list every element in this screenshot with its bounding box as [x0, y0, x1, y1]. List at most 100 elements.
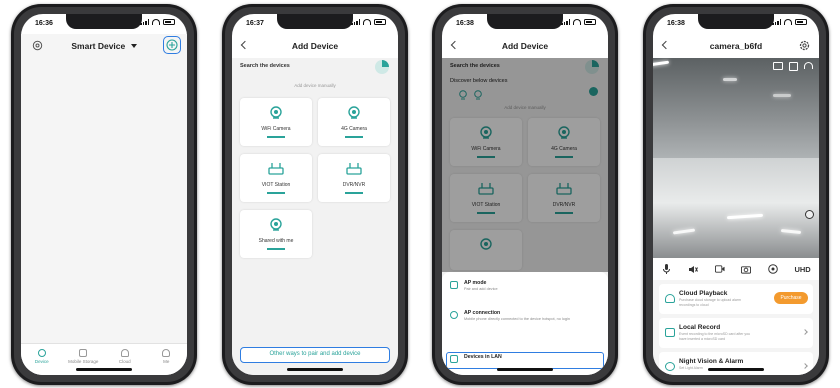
chevron-right-icon: [802, 329, 808, 335]
phone-add-device-lan: 16:38 Add Device Search the devices Disc…: [432, 4, 618, 385]
feature-title: Cloud Playback: [679, 290, 728, 297]
quality-toggle[interactable]: UHD: [794, 264, 810, 274]
target-icon[interactable]: [32, 40, 43, 51]
other-ways-button[interactable]: Other ways to pair and add device: [240, 347, 390, 363]
person-tab-icon: [162, 349, 171, 357]
feature-cloud-playback[interactable]: Cloud Playback Purchase cloud storage to…: [659, 284, 813, 314]
option-ap-connection[interactable]: AP connection Mobile phone directly conn…: [450, 308, 602, 330]
station-icon: [268, 163, 284, 175]
phone-device-list: 16:36 Smart Device Device Mobile Storage…: [11, 4, 197, 385]
notch: [487, 14, 563, 29]
device-list-area: [21, 34, 187, 375]
device-type-label: 4G Camera: [341, 126, 367, 132]
phone-camera-view: 16:38 camera_b6fd UHD Cloud Playback Pur…: [643, 4, 829, 385]
tab-label: Mobile Storage: [68, 359, 99, 364]
feature-title: Night Vision & Alarm: [679, 358, 744, 365]
feature-local-record[interactable]: Local Record Event recording to the micr…: [659, 318, 813, 348]
home-indicator: [708, 368, 764, 371]
purchase-button[interactable]: Purchase: [774, 292, 808, 304]
battery-icon: [584, 19, 596, 25]
manual-label: Add device manually: [294, 83, 336, 88]
notch: [66, 14, 142, 29]
record-icon[interactable]: [714, 264, 725, 274]
device-type-label: DVR/NVR: [342, 182, 366, 188]
screen: 16:36 Smart Device Device Mobile Storage…: [21, 14, 187, 375]
ap-mode-icon: [450, 281, 458, 289]
tab-me[interactable]: Me: [146, 344, 188, 375]
settings-icon[interactable]: [799, 40, 810, 51]
back-icon[interactable]: [661, 40, 671, 50]
status-time: 16:37: [246, 20, 264, 27]
camera-name: camera_b6fd: [709, 41, 763, 51]
home-indicator: [287, 368, 343, 371]
feature-title: Local Record: [679, 324, 721, 331]
split-view-icon[interactable]: [773, 62, 783, 70]
option-title: AP connection: [464, 310, 501, 316]
ptz-icon[interactable]: [768, 264, 778, 274]
status-time: 16:38: [456, 20, 474, 27]
back-icon[interactable]: [450, 40, 460, 50]
sd-card-icon: [665, 328, 675, 337]
page-title: Add Device: [291, 41, 339, 51]
home-indicator: [76, 368, 132, 371]
option-subtitle: Mobile phone directly connected to the d…: [464, 317, 570, 321]
status-time: 16:38: [667, 20, 685, 27]
battery-icon: [163, 19, 175, 25]
dvr-icon: [346, 163, 362, 175]
add-icon[interactable]: [166, 39, 178, 51]
live-video-view[interactable]: [653, 58, 819, 258]
page-title[interactable]: Smart Device: [71, 41, 125, 51]
chevron-right-icon: [802, 363, 808, 369]
tab-device[interactable]: Device: [21, 344, 63, 375]
night-vision-icon: [665, 362, 675, 371]
camera-controls: UHD: [653, 258, 819, 280]
device-type-label: WiFi Camera: [261, 126, 291, 132]
wifi-icon: [152, 19, 160, 25]
ap-connection-icon: [450, 311, 458, 319]
wifi-icon: [363, 19, 371, 25]
device-type-dvr-nvr[interactable]: DVR/NVR: [318, 154, 390, 202]
screen-switch-icon[interactable]: [789, 62, 798, 71]
notch: [698, 14, 774, 29]
wifi-icon: [573, 19, 581, 25]
nav-bar: camera_b6fd: [653, 34, 819, 58]
tab-label: Device: [34, 359, 49, 364]
scan-icon[interactable]: [375, 60, 389, 74]
wifi-icon: [784, 19, 792, 25]
home-indicator: [497, 368, 553, 371]
option-title: AP mode: [464, 280, 487, 286]
device-tab-icon: [37, 349, 46, 357]
screen: 16:38 camera_b6fd UHD Cloud Playback Pur…: [653, 14, 819, 375]
pairing-options-sheet: AP mode Pair and add device AP connectio…: [442, 272, 608, 375]
device-type-4g-camera[interactable]: 4G Camera: [318, 98, 390, 146]
device-type-shared[interactable]: Shared with me: [240, 210, 312, 258]
status-time: 16:36: [35, 20, 53, 27]
battery-icon: [795, 19, 807, 25]
shared-camera-icon: [270, 218, 282, 231]
device-type-viot-station[interactable]: VIOT Station: [240, 154, 312, 202]
battery-icon: [374, 19, 386, 25]
device-type-label: Shared with me: [258, 238, 294, 244]
zoom-icon[interactable]: [805, 210, 814, 219]
tab-label: Me: [163, 359, 170, 364]
tab-label: Cloud: [118, 359, 131, 364]
speaker-icon[interactable]: [688, 264, 698, 274]
microphone-icon[interactable]: [661, 264, 671, 274]
modal-overlay[interactable]: [442, 58, 608, 272]
feature-night-vision[interactable]: Night Vision & Alarm Set Light Alarm: [659, 352, 813, 375]
back-icon[interactable]: [240, 40, 250, 50]
snapshot-icon[interactable]: [741, 264, 752, 274]
screen: 16:38 Add Device Search the devices Disc…: [442, 14, 608, 375]
option-ap-mode[interactable]: AP mode Pair and add device: [450, 278, 602, 300]
storage-tab-icon: [79, 349, 88, 357]
page-title: Add Device: [501, 41, 549, 51]
signal-strength-icon: [804, 62, 813, 69]
search-devices-label[interactable]: Search the devices: [240, 63, 290, 69]
feature-subtitle: Purchase cloud storage to upload alarm r…: [679, 298, 741, 307]
4g-camera-icon: [348, 106, 360, 119]
video-split-top: [653, 58, 819, 158]
lan-highlight: [446, 352, 604, 369]
chevron-down-icon[interactable]: [130, 44, 137, 48]
notch: [277, 14, 353, 29]
device-type-wifi-camera[interactable]: WiFi Camera: [240, 98, 312, 146]
